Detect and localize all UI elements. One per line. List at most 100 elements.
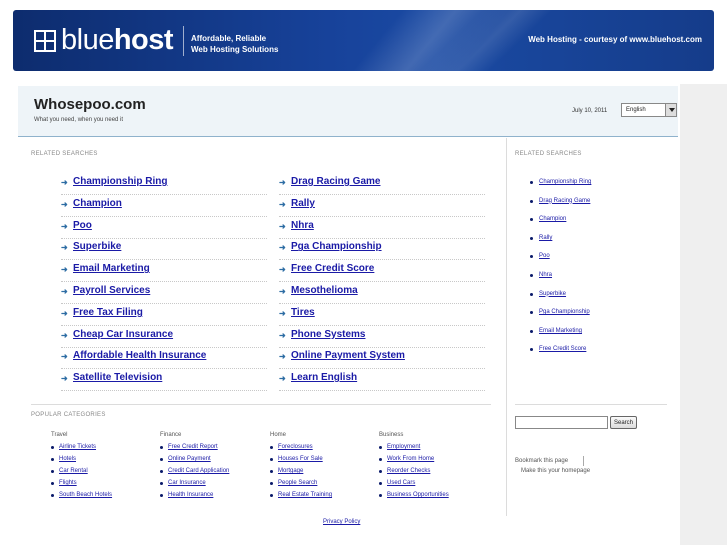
arrow-right-icon: ➜ (279, 352, 286, 362)
related-search-row: ➜ Affordable Health Insurance (61, 347, 267, 370)
category-link[interactable]: Free Credit Report (168, 444, 218, 450)
bullet-icon (530, 199, 533, 203)
arrow-right-icon: ➜ (61, 374, 68, 384)
bullet-icon (379, 446, 382, 449)
logo-divider (183, 26, 184, 56)
related-search-link[interactable]: Online Payment System (291, 350, 405, 361)
bluehost-banner[interactable]: bluehost Affordable, Reliable Web Hostin… (13, 10, 714, 71)
sidebar-link[interactable]: Championship Ring (539, 179, 591, 185)
related-search-row: ➜ Mesothelioma (279, 282, 485, 304)
category-link[interactable]: Car Insurance (168, 480, 206, 486)
scrollbar-track[interactable] (680, 84, 727, 545)
sidebar-link[interactable]: Superbike (539, 291, 566, 297)
related-search-link[interactable]: Rally (291, 198, 315, 209)
related-search-link[interactable]: Pga Championship (291, 241, 382, 252)
related-search-link[interactable]: Affordable Health Insurance (73, 350, 206, 361)
related-searches-label: RELATED SEARCHES (31, 151, 98, 157)
sidebar-link[interactable]: Email Marketing (539, 328, 582, 334)
related-search-link[interactable]: Payroll Services (73, 285, 150, 296)
related-search-link[interactable]: Learn English (291, 372, 357, 383)
search-button[interactable]: Search (610, 416, 637, 429)
category-link[interactable]: Flights (59, 480, 77, 486)
section-divider (31, 404, 491, 405)
logo-bold-text: host (113, 24, 174, 56)
related-search-link[interactable]: Satellite Television (73, 372, 162, 383)
related-search-row: ➜ Drag Racing Game (279, 173, 485, 195)
site-header: Whosepoo.com What you need, when you nee… (18, 86, 678, 137)
related-search-link[interactable]: Champion (73, 198, 122, 209)
category-link[interactable]: Hotels (59, 456, 76, 462)
arrow-right-icon: ➜ (61, 330, 68, 340)
bullet-icon (379, 470, 382, 473)
arrow-right-icon: ➜ (61, 199, 68, 209)
category-link[interactable]: Car Rental (59, 468, 88, 474)
language-select[interactable]: English (621, 103, 677, 117)
related-search-link[interactable]: Poo (73, 220, 92, 231)
bullet-icon (530, 236, 533, 240)
related-search-row: ➜ Learn English (279, 369, 485, 392)
related-search-row: ➜ Rally (279, 195, 485, 217)
category-link[interactable]: Houses For Sale (278, 456, 323, 462)
sidebar-link[interactable]: Poo (539, 253, 550, 259)
category-link[interactable]: South Beach Hotels (59, 492, 112, 498)
category-link[interactable]: Online Payment (168, 456, 211, 462)
bullet-icon (160, 458, 163, 461)
related-search-link[interactable]: Free Credit Score (291, 263, 374, 274)
bullet-icon (530, 292, 533, 296)
arrow-right-icon: ➜ (279, 178, 286, 187)
banner-courtesy[interactable]: Web Hosting - courtesy of www.bluehost.c… (528, 35, 702, 44)
related-search-link[interactable]: Tires (291, 307, 315, 318)
category-link[interactable]: Mortgage (278, 468, 303, 474)
sidebar-link[interactable]: Champion (539, 216, 566, 222)
arrow-right-icon: ➜ (61, 243, 68, 253)
related-search-row: ➜ Payroll Services (61, 282, 267, 304)
sidebar-link[interactable]: Rally (539, 235, 552, 241)
sidebar-link[interactable]: Nhra (539, 272, 552, 278)
category-link[interactable]: People Search (278, 480, 317, 486)
related-search-row: ➜ Free Tax Filing (61, 304, 267, 326)
chevron-down-icon[interactable] (665, 104, 676, 116)
related-search-link[interactable]: Drag Racing Game (291, 176, 380, 187)
related-search-link[interactable]: Superbike (73, 241, 121, 252)
category-link[interactable]: Real Estate Training (278, 492, 332, 498)
related-search-link[interactable]: Mesothelioma (291, 285, 358, 296)
category-link[interactable]: Health Insurance (168, 492, 213, 498)
category-link[interactable]: Employment (387, 444, 420, 450)
related-search-link[interactable]: Phone Systems (291, 329, 365, 340)
sidebar-link[interactable]: Free Credit Score (539, 346, 586, 352)
bullet-icon (530, 311, 533, 315)
related-search-link[interactable]: Free Tax Filing (73, 307, 143, 318)
related-search-link[interactable]: Email Marketing (73, 263, 150, 274)
page-subtitle: What you need, when you need it (34, 117, 124, 123)
category-link[interactable]: Work From Home (387, 456, 434, 462)
sidebar-link[interactable]: Pga Championship (539, 309, 590, 315)
related-search-row: ➜ Championship Ring (61, 173, 267, 195)
related-search-row: ➜ Email Marketing (61, 260, 267, 283)
bluehost-logo[interactable]: bluehost (61, 23, 174, 57)
category-link[interactable]: Used Cars (387, 480, 415, 486)
related-search-row: ➜ Cheap Car Insurance (61, 326, 267, 348)
related-search-link[interactable]: Nhra (291, 220, 314, 231)
column-divider (506, 138, 507, 516)
search-input[interactable] (515, 416, 608, 429)
bullet-icon (530, 329, 533, 333)
sidebar-link[interactable]: Drag Racing Game (539, 198, 590, 204)
arrow-right-icon: ➜ (279, 374, 286, 384)
page-title: Whosepoo.com (34, 96, 146, 113)
category-link[interactable]: Credit Card Application (168, 468, 229, 474)
bookmark-link[interactable]: Bookmark this page (515, 458, 568, 464)
bullet-icon (379, 482, 382, 485)
category-link[interactable]: Foreclosures (278, 444, 313, 450)
bullet-icon (270, 446, 273, 449)
category-link[interactable]: Airline Tickets (59, 444, 96, 450)
category-link[interactable]: Business Opportunities (387, 492, 449, 498)
category-link[interactable]: Reorder Checks (387, 468, 430, 474)
arrow-right-icon: ➜ (279, 221, 286, 231)
privacy-policy-link[interactable]: Privacy Policy (323, 519, 360, 525)
related-search-link[interactable]: Championship Ring (73, 176, 167, 187)
homepage-link[interactable]: Make this your homepage (521, 468, 590, 474)
related-search-link[interactable]: Cheap Car Insurance (73, 329, 173, 340)
arrow-right-icon: ➜ (279, 308, 286, 318)
bullet-icon (160, 470, 163, 473)
tagline-line: Affordable, Reliable (191, 34, 267, 43)
